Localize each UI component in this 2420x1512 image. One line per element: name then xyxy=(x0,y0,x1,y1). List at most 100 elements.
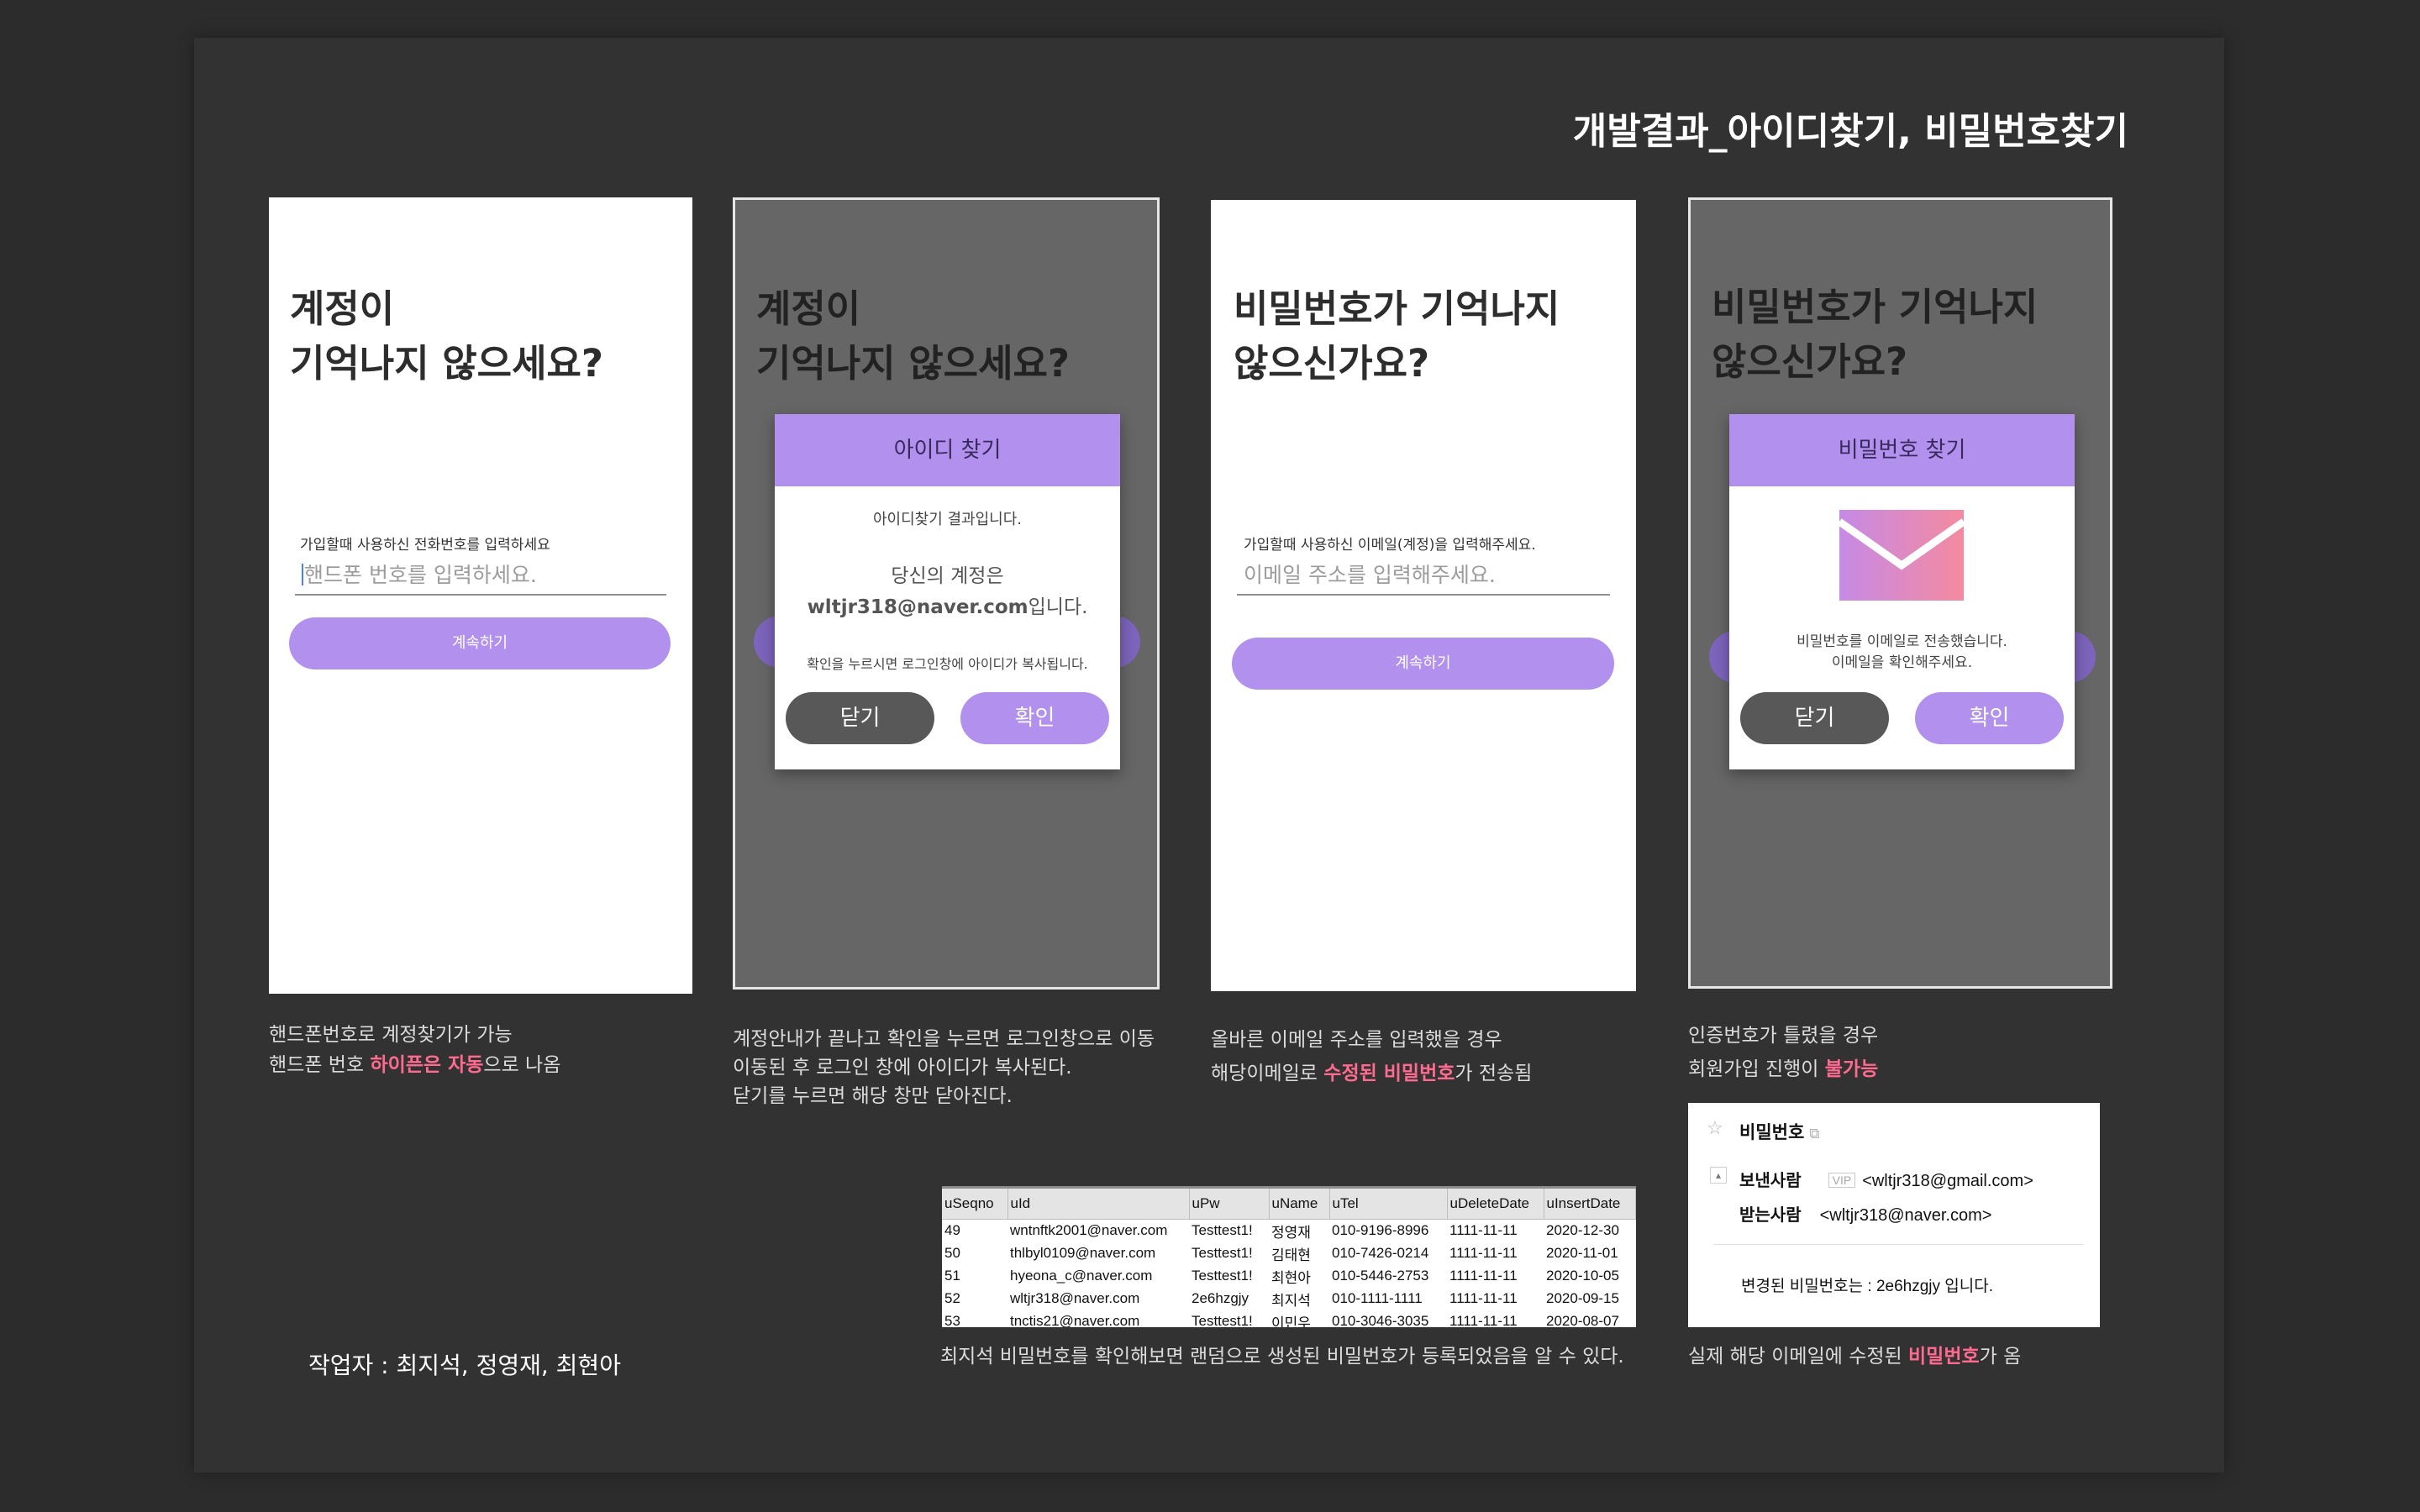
email-subject: 비밀번호 ⧉ xyxy=(1739,1119,1819,1144)
phone-hint: 가입할때 사용하신 전화번호를 입력하세요 xyxy=(300,537,550,554)
column-header: uId xyxy=(1007,1189,1190,1220)
column-header: uName xyxy=(1269,1189,1330,1220)
star-icon[interactable]: ☆ xyxy=(1707,1117,1723,1139)
table-cell: thlbyl0109@naver.com xyxy=(1010,1245,1156,1261)
modal-title: 비밀번호 찾기 xyxy=(1729,414,2075,486)
confirm-button[interactable]: 확인 xyxy=(1915,692,2064,744)
account-email-line: wltjr318@naver.com입니다. xyxy=(775,591,1120,619)
screen-headline: 비밀번호가 기억나지 않으신가요? xyxy=(1234,281,1560,391)
find-id-screen: 계정이 기억나지 않으세요? 가입할때 사용하신 전화번호를 입력하세요 핸드폰… xyxy=(269,197,692,994)
table-cell: 정영재 xyxy=(1271,1224,1311,1241)
caption-line: 핸드폰 번호 하이픈은 자동으로 나옴 xyxy=(269,1050,560,1080)
email-subject-text: 비밀번호 xyxy=(1739,1123,1805,1142)
caption-text: 해당이메일로 xyxy=(1211,1063,1324,1084)
collapse-icon[interactable]: ▴ xyxy=(1710,1167,1727,1184)
table-cell: 1111-11-11 xyxy=(1449,1222,1518,1238)
table-cell: 49 xyxy=(944,1222,960,1238)
screen-headline: 계정이 기억나지 않으세요? xyxy=(756,281,1070,391)
to-label: 받는사람 xyxy=(1739,1206,1802,1225)
caption-text: 가 전송됨 xyxy=(1455,1063,1533,1084)
caption-email: 실제 해당 이메일에 수정된 비밀번호가 옴 xyxy=(1688,1341,2021,1372)
headline-line: 계정이 xyxy=(756,286,861,331)
table-cell: 010-3046-3035 xyxy=(1332,1313,1429,1327)
email-divider xyxy=(1713,1244,2083,1245)
caption-line: 계정안내가 끝나고 확인을 누르면 로그인창으로 이동 xyxy=(733,1028,1155,1050)
column-header: uSeqno xyxy=(942,1189,1008,1220)
email-to: 받는사람 <wltjr318@naver.com> xyxy=(1739,1201,1991,1226)
caption-line: 이동된 후 로그인 창에 아이디가 복사된다. xyxy=(733,1057,1072,1079)
caption-line: 핸드폰번호로 계정찾기가 가능 xyxy=(269,1024,513,1046)
user-table: uSeqno uId uPw uName uTel uDeleteDate uI… xyxy=(942,1189,1636,1327)
to-address[interactable]: <wltjr318@naver.com> xyxy=(1820,1206,1992,1225)
table-cell: 010-7426-0214 xyxy=(1332,1245,1429,1261)
modal-title: 아이디 찾기 xyxy=(775,414,1120,486)
table-cell: wntnftk2001@naver.com xyxy=(1010,1222,1168,1238)
find-password-modal: 비밀번호 찾기 비밀번호를 이메일로 전송했습니다. 이메일을 확인해주세요. … xyxy=(1729,414,2075,769)
headline-line: 계정이 xyxy=(290,286,395,331)
caption-database: 최지석 비밀번호를 확인해보면 랜덤으로 생성된 비밀번호가 등록되었음을 알 … xyxy=(940,1346,1624,1368)
table-cell: 2020-11-01 xyxy=(1546,1245,1618,1261)
caption-find-id-result: 계정안내가 끝나고 확인을 누르면 로그인창으로 이동 이동된 후 로그인 창에… xyxy=(733,1025,1155,1110)
screen-headline: 비밀번호가 기억나지 않으신가요? xyxy=(1712,280,2038,389)
column-header: uInsertDate xyxy=(1544,1189,1636,1220)
continue-button[interactable]: 계속하기 xyxy=(289,617,671,669)
table-cell: 52 xyxy=(944,1290,960,1306)
table-cell: 1111-11-11 xyxy=(1449,1245,1518,1261)
headline-line: 않으신가요? xyxy=(1234,341,1430,386)
caption-line: 해당이메일로 수정된 비밀번호가 전송됨 xyxy=(1211,1057,1532,1090)
continue-button[interactable]: 계속하기 xyxy=(1232,638,1614,690)
find-password-screen: 비밀번호가 기억나지 않으신가요? 가입할때 사용하신 이메일(계정)을 입력해… xyxy=(1211,200,1636,991)
email-preview: ☆ 비밀번호 ⧉ ▴ 보낸사람 VIP <wltjr318@gmail.com> 받는… xyxy=(1688,1103,2100,1327)
table-row: 51 hyeona_c@naver.com Testtest1! 최현아 010… xyxy=(942,1265,1636,1288)
close-button[interactable]: 닫기 xyxy=(1740,692,1889,744)
table-header-row: uSeqno uId uPw uName uTel uDeleteDate uI… xyxy=(942,1189,1636,1220)
vip-badge: VIP xyxy=(1828,1173,1856,1188)
caption-text: 핸드폰 번호 xyxy=(269,1054,371,1076)
table-row: 50 thlbyl0109@naver.com Testtest1! 김태현 0… xyxy=(942,1242,1636,1265)
table-cell: 53 xyxy=(944,1313,960,1327)
table-cell: wltjr318@naver.com xyxy=(1010,1290,1140,1306)
table-cell: hyeona_c@naver.com xyxy=(1010,1268,1153,1284)
table-cell: tnctis21@naver.com xyxy=(1010,1313,1140,1327)
caption-line: 닫기를 누르면 해당 창만 닫아진다. xyxy=(733,1085,1013,1107)
table-cell: 1111-11-11 xyxy=(1449,1268,1518,1284)
table-cell: 010-1111-1111 xyxy=(1332,1290,1423,1306)
page-title: 개발결과_아이디찾기, 비밀번호찾기 xyxy=(1572,110,2128,153)
email-placeholder: 이메일 주소를 입력해주세요. xyxy=(1244,563,1496,587)
table-cell: 2020-09-15 xyxy=(1546,1290,1619,1306)
table-cell: 최지석 xyxy=(1271,1292,1311,1309)
from-label: 보낸사람 xyxy=(1739,1172,1802,1190)
table-cell: 2020-10-05 xyxy=(1546,1268,1619,1284)
confirm-button[interactable]: 확인 xyxy=(960,692,1109,744)
caption-highlight: 수정된 비밀번호 xyxy=(1323,1063,1455,1084)
table-cell: 51 xyxy=(944,1268,960,1284)
caption-highlight: 하이픈은 자동 xyxy=(370,1054,484,1076)
caption-text: 가 옴 xyxy=(1979,1346,2022,1368)
external-link-icon[interactable]: ⧉ xyxy=(1809,1126,1819,1142)
caption-text: 실제 해당 이메일에 수정된 xyxy=(1688,1346,1909,1368)
phone-placeholder: 핸드폰 번호를 입력하세요. xyxy=(304,563,537,587)
table-cell: 최현아 xyxy=(1271,1269,1311,1286)
modal-message-line: 비밀번호를 이메일로 전송했습니다. xyxy=(1797,633,2007,650)
table-cell: 50 xyxy=(944,1245,960,1261)
caption-text: 회원가입 진행이 xyxy=(1688,1058,1825,1080)
email-input[interactable]: 이메일 주소를 입력해주세요. xyxy=(1237,560,1610,596)
table-cell: Testtest1! xyxy=(1192,1268,1253,1284)
table-cell: 2020-08-07 xyxy=(1546,1313,1619,1327)
headline-line: 기억나지 않으세요? xyxy=(756,341,1070,386)
caption-find-password: 올바른 이메일 주소를 입력했을 경우 해당이메일로 수정된 비밀번호가 전송됨 xyxy=(1211,1023,1532,1090)
modal-note: 확인을 누르시면 로그인창에 아이디가 복사됩니다. xyxy=(807,656,1088,672)
author-credit: 작업자 : 최지석, 정영재, 최현아 xyxy=(308,1352,621,1379)
text-caret xyxy=(302,564,303,585)
caption-line: 회원가입 진행이 불가능 xyxy=(1688,1053,1878,1086)
headline-line: 않으신가요? xyxy=(1712,339,1908,384)
table-cell: 2e6hzgjy xyxy=(1192,1290,1249,1306)
table-cell: Testtest1! xyxy=(1192,1222,1253,1238)
headline-line: 기억나지 않으세요? xyxy=(290,341,603,386)
table-cell: 이민우 xyxy=(1271,1315,1311,1328)
phone-input[interactable]: 핸드폰 번호를 입력하세요. xyxy=(295,560,666,596)
from-address[interactable]: <wltjr318@gmail.com> xyxy=(1862,1172,2033,1190)
close-button[interactable]: 닫기 xyxy=(786,692,934,744)
table-cell: 김태현 xyxy=(1271,1247,1311,1263)
table-row: 53 tnctis21@naver.com Testtest1! 이민우 010… xyxy=(942,1310,1636,1328)
